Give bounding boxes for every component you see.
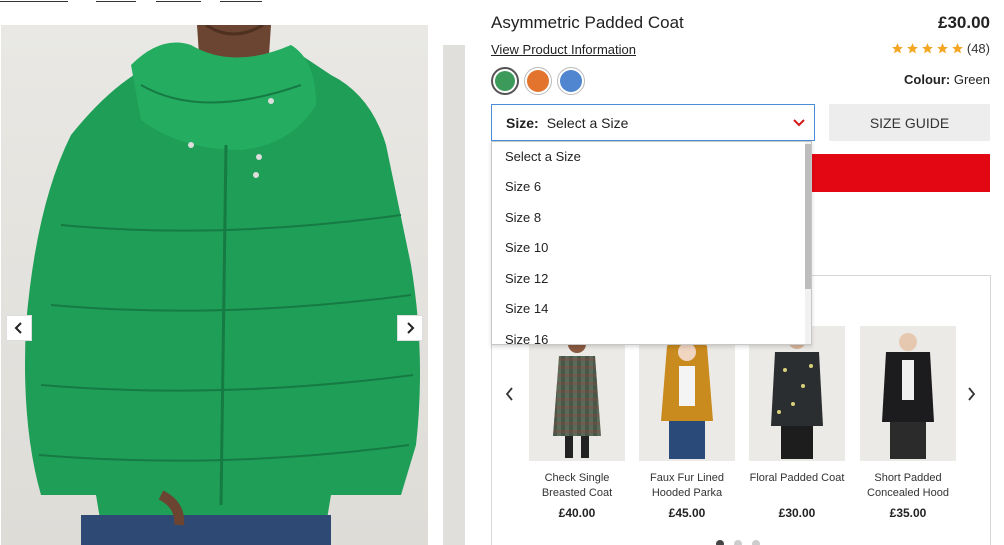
size-select-value: Select a Size [546, 114, 629, 131]
gallery-prev-button[interactable] [6, 315, 32, 341]
main-product-image[interactable] [1, 25, 428, 545]
size-option[interactable]: Size 16 [492, 325, 811, 344]
rating-stars [891, 42, 964, 55]
colour-label: Colour: [904, 72, 951, 87]
recommendation-card[interactable]: Short Padded Concealed Hood £35.00 [860, 326, 956, 520]
breadcrumb-link[interactable] [0, 0, 68, 2]
size-dropdown-list: Select a Size Size 6 Size 8 Size 10 Size 12 S… [491, 141, 812, 345]
dropdown-scrollbar-thumb[interactable] [805, 144, 811, 289]
size-option[interactable]: Size 10 [492, 233, 811, 264]
breadcrumb-link[interactable] [220, 0, 262, 2]
size-option[interactable]: Size 14 [492, 294, 811, 325]
recommendation-price: £40.00 [558, 506, 596, 520]
recommendation-name[interactable]: Check Single Breasted Coat [529, 471, 625, 503]
star-icon [936, 43, 948, 54]
colour-swatch-fill [560, 70, 582, 92]
star-icon [921, 43, 933, 54]
product-title: Asymmetric Padded Coat [491, 13, 684, 32]
colour-indicator: Colour: Green [904, 72, 990, 87]
colour-swatch[interactable] [524, 67, 552, 95]
size-select-label: Size: [506, 114, 539, 131]
recommendation-image[interactable] [860, 326, 956, 461]
recommendation-price: £30.00 [778, 506, 816, 520]
recommendation-card[interactable]: Check Single Breasted Coat £40.00 [529, 326, 625, 520]
carousel-pagination [716, 540, 760, 545]
size-option[interactable]: Size 12 [492, 264, 811, 295]
carousel-prev-icon[interactable] [504, 386, 516, 402]
dropdown-scrollbar[interactable] [805, 142, 811, 344]
carousel-next-icon[interactable] [965, 386, 977, 402]
star-icon [951, 43, 963, 54]
carousel-dot[interactable] [734, 540, 742, 545]
recommendation-card[interactable]: Faux Fur Lined Hooded Parka £45.00 [639, 326, 735, 520]
colour-swatch[interactable] [491, 67, 519, 95]
size-option[interactable]: Select a Size [492, 142, 811, 172]
star-icon [891, 43, 903, 54]
carousel-dot[interactable] [716, 540, 724, 545]
chevron-left-icon [14, 322, 22, 334]
size-select[interactable]: Size: Select a Size [491, 104, 815, 141]
product-rating[interactable]: (48) [891, 41, 990, 56]
colour-value: Green [953, 72, 990, 87]
carousel-dot[interactable] [752, 540, 760, 545]
breadcrumb [0, 0, 300, 2]
size-option[interactable]: Size 6 [492, 172, 811, 203]
star-icon [906, 43, 918, 54]
chevron-down-icon [793, 119, 805, 127]
colour-swatches [491, 67, 585, 95]
gallery-next-button[interactable] [397, 315, 423, 341]
view-product-information-link[interactable]: View Product Information [491, 42, 636, 57]
recommendation-price: £45.00 [668, 506, 706, 520]
recommendation-image[interactable] [639, 326, 735, 461]
recommendation-card[interactable]: Floral Padded Coat £30.00 [749, 326, 845, 520]
recommendation-image[interactable] [749, 326, 845, 461]
product-price: £30.00 [938, 13, 990, 32]
recommendation-name[interactable]: Short Padded Concealed Hood [860, 471, 956, 503]
recommendation-price: £35.00 [889, 506, 927, 520]
colour-swatch-fill [527, 70, 549, 92]
chevron-right-icon [407, 322, 415, 334]
colour-swatch-fill [495, 71, 515, 91]
secondary-product-image[interactable] [443, 45, 465, 545]
size-guide-button[interactable]: SIZE GUIDE [829, 104, 990, 141]
size-option[interactable]: Size 8 [492, 203, 811, 234]
breadcrumb-link[interactable] [96, 0, 136, 2]
recommendation-name[interactable]: Faux Fur Lined Hooded Parka [639, 471, 735, 503]
recommendation-name[interactable]: Floral Padded Coat [749, 471, 845, 503]
rating-count: (48) [966, 41, 990, 56]
recommendation-image[interactable] [529, 326, 625, 461]
breadcrumb-link[interactable] [156, 0, 201, 2]
colour-swatch[interactable] [557, 67, 585, 95]
